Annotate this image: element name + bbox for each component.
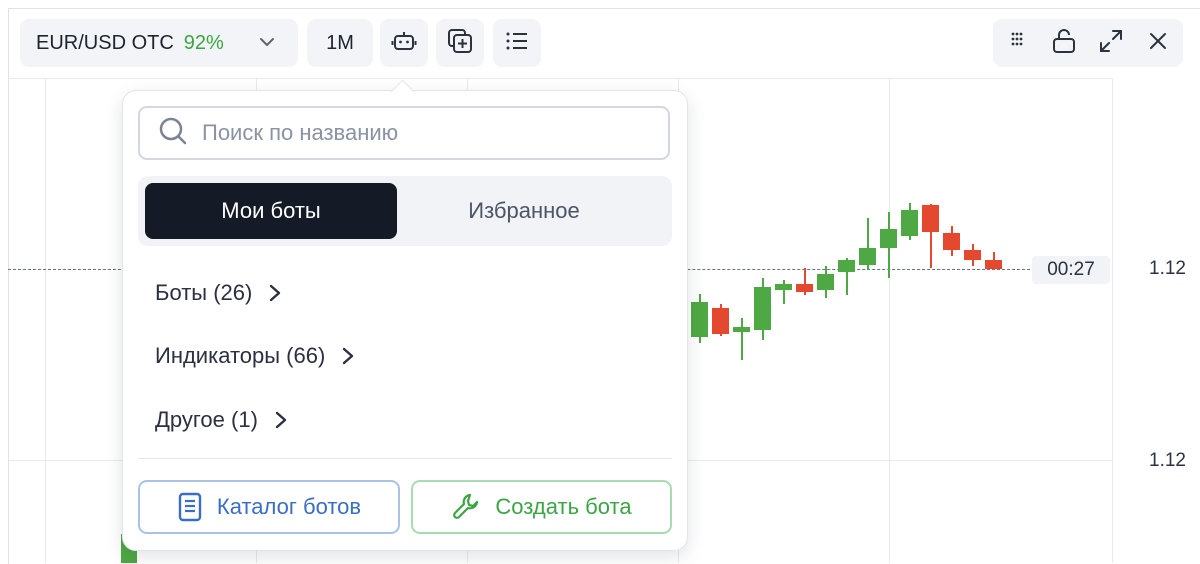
candle — [691, 302, 708, 337]
drag-handle[interactable] — [993, 19, 1040, 67]
divider — [138, 458, 672, 459]
candle — [964, 250, 981, 260]
candle — [754, 287, 771, 330]
search-input[interactable] — [200, 119, 644, 147]
search-icon — [158, 116, 188, 151]
candle — [922, 205, 939, 232]
category-label: Другое (1) — [155, 407, 258, 432]
price-label-current: 1.12 — [1149, 258, 1186, 279]
price-label: 1.12 — [1149, 450, 1186, 471]
candle — [796, 284, 813, 292]
create-bot-button[interactable]: Создать бота — [411, 480, 672, 534]
category-other[interactable]: Другое (1) — [155, 407, 288, 433]
payout-percent: 92% — [183, 31, 224, 54]
candle-wick — [741, 318, 743, 360]
search-box[interactable] — [138, 106, 670, 160]
timeframe-button[interactable]: 1M — [307, 19, 373, 67]
close-icon — [1148, 31, 1168, 56]
close-button[interactable] — [1134, 19, 1181, 67]
tab-favorites[interactable]: Избранное — [398, 183, 650, 239]
chevron-right-icon — [343, 347, 354, 365]
grid-line — [45, 78, 46, 563]
menu-button[interactable] — [493, 19, 541, 67]
bots-catalog-button[interactable]: Каталог ботов — [138, 480, 400, 534]
bots-button[interactable] — [380, 19, 428, 67]
chevron-down-icon — [258, 33, 276, 56]
fullscreen-button[interactable] — [1087, 19, 1134, 67]
tab-my-bots[interactable]: Мои боты — [145, 183, 397, 239]
wrench-icon — [453, 493, 479, 519]
button-label: Создать бота — [495, 494, 632, 519]
robot-icon — [391, 28, 417, 59]
candle — [838, 260, 855, 272]
button-label: Каталог ботов — [216, 494, 362, 519]
lock-button[interactable] — [1040, 19, 1087, 67]
grip-icon — [1009, 31, 1025, 56]
candle — [712, 308, 729, 334]
category-bots[interactable]: Боты (26) — [155, 280, 282, 306]
grid-line — [8, 78, 1112, 79]
asset-name: EUR/USD OTC — [36, 31, 174, 54]
add-chart-button[interactable] — [436, 19, 484, 67]
list-icon — [504, 28, 530, 59]
candle — [901, 210, 918, 236]
bots-tabs: Мои боты Избранное — [138, 176, 672, 246]
category-label: Индикаторы (66) — [155, 343, 326, 368]
candle — [880, 229, 897, 248]
candle-timer: 00:27 — [1032, 256, 1110, 284]
category-label: Боты (26) — [155, 280, 253, 305]
book-icon — [178, 492, 202, 522]
unlock-icon — [1051, 27, 1077, 60]
candle — [859, 248, 876, 265]
candle — [943, 233, 960, 250]
asset-selector[interactable]: EUR/USD OTC 92% — [20, 19, 298, 67]
add-copy-icon — [446, 27, 474, 60]
grid-line — [889, 78, 890, 563]
chevron-right-icon — [270, 284, 281, 302]
candle — [817, 274, 834, 290]
expand-icon — [1098, 28, 1124, 59]
chevron-right-icon — [275, 411, 287, 429]
candle — [775, 284, 792, 290]
window-controls — [993, 19, 1183, 67]
candle — [985, 260, 1002, 269]
grid-line — [1112, 78, 1113, 563]
candle — [733, 327, 750, 332]
category-indicators[interactable]: Индикаторы (66) — [155, 343, 355, 369]
bots-popup: Мои боты Избранное Боты (26) Индикаторы … — [122, 90, 688, 551]
